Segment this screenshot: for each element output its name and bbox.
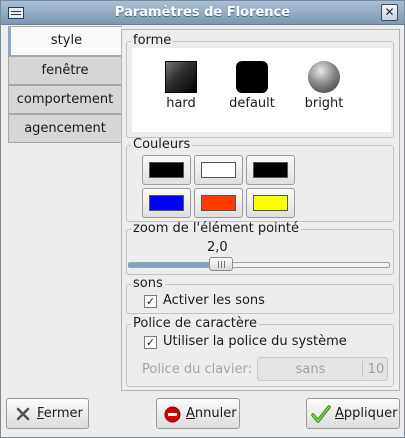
stop-icon bbox=[164, 406, 181, 423]
tab-list: style fenêtre comportement agencement bbox=[8, 26, 122, 143]
bright-key-icon bbox=[308, 61, 340, 93]
police-legend: Police de caractère bbox=[131, 316, 259, 331]
keyboard-font-name: sans bbox=[295, 362, 326, 377]
checkmark-icon: ✓ bbox=[145, 336, 156, 349]
shape-label-bright: bright bbox=[304, 96, 344, 111]
tab-comportement[interactable]: comportement bbox=[8, 85, 122, 114]
close-button[interactable]: Fermer bbox=[6, 398, 89, 429]
checkmark-icon: ✓ bbox=[145, 295, 156, 308]
sons-legend: sons bbox=[131, 276, 165, 291]
zoom-value: 2,0 bbox=[207, 240, 228, 255]
system-font-checkbox-label[interactable]: Utiliser la police du système bbox=[163, 334, 347, 349]
forme-legend: forme bbox=[131, 33, 174, 48]
shape-option-default[interactable]: default bbox=[217, 61, 287, 111]
sound-checkbox[interactable]: ✓ bbox=[144, 295, 157, 308]
tab-fenetre[interactable]: fenêtre bbox=[8, 56, 122, 85]
apply-button[interactable]: Appliquer bbox=[306, 398, 400, 429]
zoom-slider-trough[interactable] bbox=[128, 262, 390, 268]
apply-label: ppliquer bbox=[343, 406, 398, 421]
color-swatch-2 bbox=[201, 162, 236, 178]
shape-option-hard[interactable]: hard bbox=[146, 61, 216, 111]
checkmark-apply-icon bbox=[311, 405, 331, 423]
couleurs-legend: Couleurs bbox=[131, 137, 193, 152]
title-bar[interactable]: Paramètres de Florence ✕ bbox=[1, 1, 404, 25]
zoom-legend: zoom de l'élément pointé bbox=[131, 221, 301, 236]
color-swatch-6 bbox=[253, 195, 288, 211]
shape-label-default: default bbox=[229, 96, 275, 111]
color-swatch-4 bbox=[149, 195, 184, 211]
cancel-button[interactable]: Annuler bbox=[156, 398, 240, 429]
hard-key-icon bbox=[165, 61, 197, 93]
color-button-5[interactable] bbox=[194, 188, 243, 218]
color-button-2[interactable] bbox=[194, 155, 243, 185]
apply-mnemonic: A bbox=[335, 406, 344, 421]
shape-option-bright[interactable]: bright bbox=[289, 61, 359, 111]
color-swatch-5 bbox=[201, 195, 236, 211]
system-font-checkbox[interactable]: ✓ bbox=[144, 336, 157, 349]
shape-selector: hard default bright bbox=[132, 48, 391, 132]
tab-style[interactable]: style bbox=[8, 26, 122, 56]
tab-agencement[interactable]: agencement bbox=[8, 114, 122, 143]
color-button-3[interactable] bbox=[246, 155, 295, 185]
window-title: Paramètres de Florence bbox=[114, 5, 291, 20]
close-x-icon bbox=[16, 407, 30, 421]
close-mnemonic: F bbox=[37, 406, 44, 421]
color-swatch-3 bbox=[253, 162, 288, 178]
keyboard-font-size: 10 bbox=[367, 362, 385, 377]
close-window-button[interactable]: ✕ bbox=[381, 4, 398, 21]
keyboard-font-label: Police du clavier: bbox=[142, 362, 252, 377]
close-label: ermer bbox=[43, 406, 83, 421]
default-key-icon bbox=[236, 61, 268, 93]
color-button-1[interactable] bbox=[142, 155, 191, 185]
color-button-6[interactable] bbox=[246, 188, 295, 218]
zoom-slider-handle[interactable] bbox=[208, 257, 233, 271]
shape-label-hard: hard bbox=[166, 96, 196, 111]
cancel-mnemonic: A bbox=[186, 406, 195, 421]
sound-checkbox-label[interactable]: Activer les sons bbox=[163, 293, 265, 308]
color-swatch-1 bbox=[149, 162, 184, 178]
keyboard-font-button[interactable]: sans 10 bbox=[257, 357, 388, 381]
zoom-slider-fill bbox=[129, 263, 222, 267]
cancel-label: nnuler bbox=[194, 406, 237, 421]
preferences-window: Paramètres de Florence ✕ style fenêtre c… bbox=[0, 0, 405, 438]
color-button-4[interactable] bbox=[142, 188, 191, 218]
